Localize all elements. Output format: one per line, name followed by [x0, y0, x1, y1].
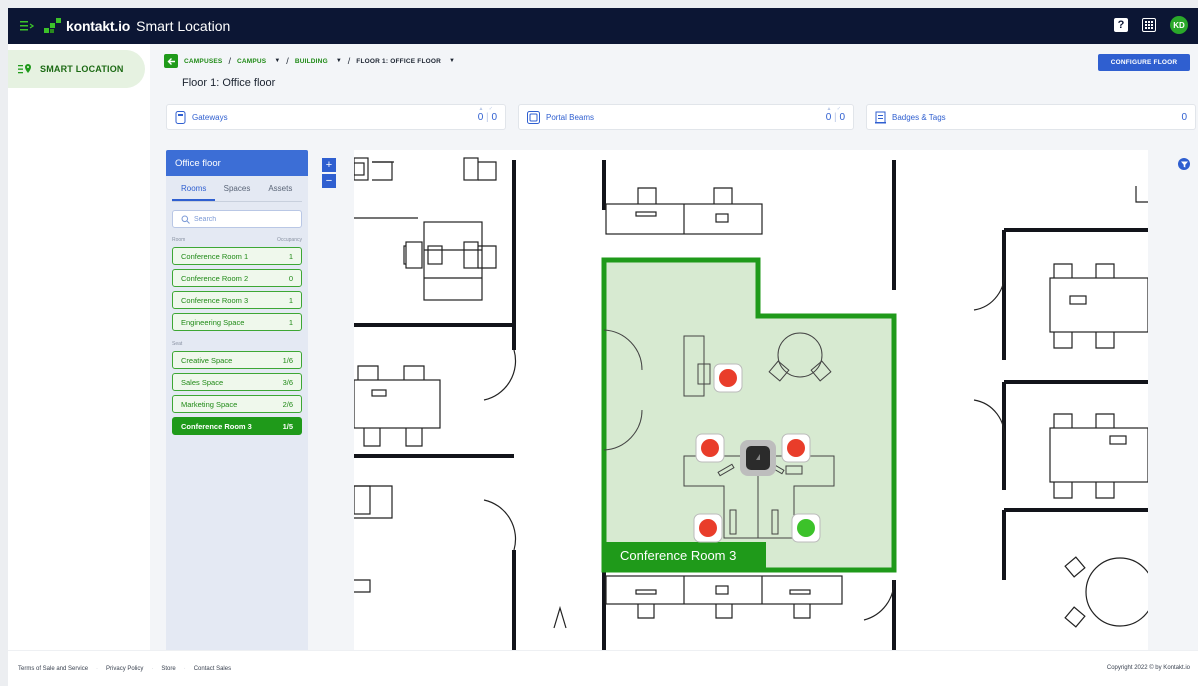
zoom-in-button[interactable]: + — [322, 158, 336, 172]
tab-assets[interactable]: Assets — [259, 184, 302, 201]
sidebar-item-smart-location[interactable]: SMART LOCATION — [8, 50, 145, 88]
occupied-seat-icon[interactable] — [787, 439, 805, 457]
occupied-seat-icon[interactable] — [701, 439, 719, 457]
portal-beams-value: 0 | 0 — [825, 112, 845, 123]
column-occupancy: Occupancy — [276, 237, 302, 243]
chevron-down-icon[interactable]: ▼ — [449, 58, 455, 64]
user-avatar[interactable]: KD — [1170, 16, 1188, 34]
arrow-left-icon — [167, 57, 175, 65]
portal-beams-label: Portal Beams — [546, 112, 595, 122]
tab-rooms[interactable]: Rooms — [172, 184, 216, 201]
sidebar-item-label: SMART LOCATION — [40, 64, 124, 74]
chevron-down-icon[interactable]: ▼ — [274, 58, 280, 64]
gateways-value: 0 | 0 — [477, 112, 497, 123]
tab-spaces[interactable]: Spaces — [215, 184, 258, 201]
breadcrumb-campuses[interactable]: CAMPUSES — [184, 58, 222, 65]
seat-item[interactable]: Sales Space 3/6 — [172, 373, 302, 391]
seat-item-selected[interactable]: Conference Room 3 1/5 — [172, 417, 302, 435]
footer-link-terms[interactable]: Terms of Sale and Service — [18, 666, 88, 672]
badges-tags-label: Badges & Tags — [892, 112, 946, 122]
gateways-card[interactable]: Gateways ▲ ✓ 0 | 0 — [166, 104, 506, 130]
footer-link-contact[interactable]: Contact Sales — [194, 666, 231, 672]
page-title: Floor 1: Office floor — [182, 77, 276, 89]
app-logo[interactable]: kontakt.io Smart Location — [42, 16, 230, 36]
gateways-label: Gateways — [192, 112, 228, 122]
room-item[interactable]: Conference Room 31 — [172, 291, 302, 309]
gateway-icon — [175, 110, 186, 124]
apps-grid-icon[interactable] — [1142, 18, 1156, 32]
back-button[interactable] — [164, 54, 178, 68]
breadcrumb: CAMPUSES / CAMPUS ▼ / BUILDING ▼ / FLOOR… — [164, 54, 455, 68]
panel-tabs: Rooms Spaces Assets — [172, 184, 302, 202]
room-item[interactable]: Engineering Space 1 — [172, 313, 302, 331]
copyright-text: Copyright 2022 © by Kontakt.io — [1106, 665, 1190, 671]
filter-icon — [1180, 161, 1188, 167]
brand-name: kontakt.io — [66, 18, 131, 34]
floor-panel: Office floor Rooms Spaces Assets Room Oc… — [166, 150, 308, 650]
occupied-seat-icon[interactable] — [719, 369, 737, 387]
footer: Terms of Sale and Service · Privacy Poli… — [8, 650, 1198, 686]
location-list-icon — [18, 64, 31, 74]
search-input[interactable] — [194, 215, 294, 223]
floor-name-header[interactable]: Office floor — [166, 150, 308, 176]
kontakt-logo-icon — [44, 18, 61, 33]
badges-tags-card[interactable]: Badges & Tags 0 — [866, 104, 1196, 130]
occupied-seat-icon[interactable] — [699, 519, 717, 537]
footer-link-privacy[interactable]: Privacy Policy — [106, 666, 143, 672]
breadcrumb-floor[interactable]: FLOOR 1: OFFICE FLOOR — [356, 58, 441, 65]
zoom-controls: + − — [322, 158, 336, 190]
filter-button[interactable] — [1178, 158, 1190, 170]
room-item[interactable]: Conference Room 11 — [172, 247, 302, 265]
chevron-down-icon[interactable]: ▼ — [336, 58, 342, 64]
search-icon — [181, 215, 190, 224]
footer-link-store[interactable]: Store — [161, 666, 175, 672]
configure-floor-button[interactable]: CONFIGURE FLOOR — [1098, 54, 1190, 71]
column-room: Room — [172, 237, 186, 243]
list-header: Room Occupancy — [172, 237, 302, 243]
map-room-label[interactable]: Conference Room 3 — [620, 548, 736, 563]
floor-plan-map[interactable]: Conference Room 3 — [354, 150, 1148, 650]
seat-item[interactable]: Creative Space 1/6 — [172, 351, 302, 369]
free-seat-icon[interactable] — [797, 519, 815, 537]
menu-collapse-icon[interactable] — [20, 19, 34, 33]
help-icon[interactable]: ? — [1114, 18, 1128, 32]
breadcrumb-campus[interactable]: CAMPUS — [237, 58, 266, 65]
search-box[interactable] — [172, 210, 302, 228]
badges-tags-value: 0 — [1181, 112, 1187, 123]
portal-beam-icon — [527, 110, 540, 124]
seat-item[interactable]: Marketing Space 2/6 — [172, 395, 302, 413]
top-bar: kontakt.io Smart Location ? KD — [8, 8, 1198, 44]
main-content: CAMPUSES / CAMPUS ▼ / BUILDING ▼ / FLOOR… — [150, 44, 1198, 650]
zoom-out-button[interactable]: − — [322, 174, 336, 188]
portal-beams-card[interactable]: Portal Beams ▲ ✓ 0 | 0 — [518, 104, 854, 130]
breadcrumb-building[interactable]: BUILDING — [295, 58, 328, 65]
badge-icon — [875, 111, 886, 123]
app-frame: kontakt.io Smart Location ? KD SMART LOC… — [8, 8, 1198, 686]
seat-section-label: Seat — [172, 341, 183, 347]
product-name: Smart Location — [136, 18, 231, 34]
sidebar: SMART LOCATION — [8, 44, 150, 650]
room-item[interactable]: Conference Room 20 — [172, 269, 302, 287]
